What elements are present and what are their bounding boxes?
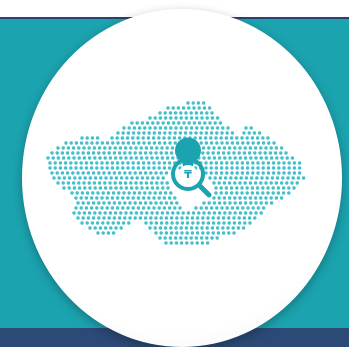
tenge-symbol: ₸ xyxy=(184,168,192,181)
search-location-pin-icon: ₸ xyxy=(171,137,212,198)
kazakhstan-dotted-map-icon xyxy=(46,101,306,245)
map-illustration: ₸ xyxy=(46,101,306,245)
